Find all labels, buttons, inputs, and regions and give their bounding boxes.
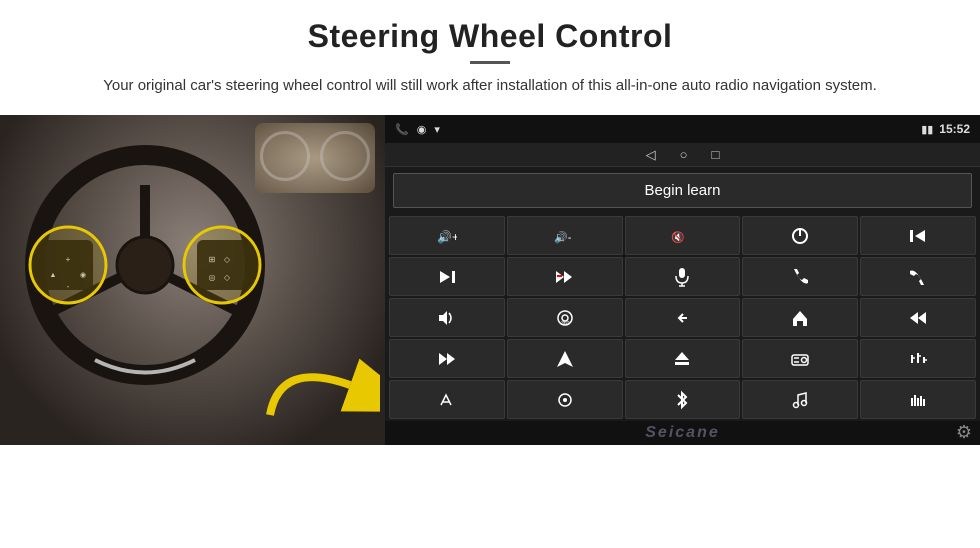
steering-wheel-svg: + ▲ ◉ - ⊞ ◇ ◎ ◇ bbox=[15, 135, 275, 395]
status-time: 15:52 bbox=[939, 122, 970, 136]
nav-bar: ◁ ○ □ bbox=[385, 143, 980, 167]
content-row: + ▲ ◉ - ⊞ ◇ ◎ ◇ bbox=[0, 115, 980, 548]
statusbar-left: 📞 ◉ ▾ bbox=[395, 123, 440, 136]
svg-text:🔊+: 🔊+ bbox=[437, 229, 457, 244]
mic-button[interactable] bbox=[625, 257, 741, 296]
fast-forward-button[interactable] bbox=[389, 339, 505, 378]
statusbar-right: ▮▮ 15:52 bbox=[921, 122, 970, 136]
learn-button[interactable] bbox=[389, 380, 505, 419]
watermark-text: Seicane bbox=[645, 424, 719, 442]
title-divider bbox=[470, 61, 510, 64]
recents-nav-icon[interactable]: □ bbox=[712, 147, 720, 162]
phone-button[interactable] bbox=[742, 257, 858, 296]
begin-learn-row: Begin learn bbox=[385, 167, 980, 214]
music-button[interactable] bbox=[742, 380, 858, 419]
rewind-button[interactable] bbox=[860, 298, 976, 337]
hangup-button[interactable] bbox=[860, 257, 976, 296]
eq2-button[interactable] bbox=[860, 380, 976, 419]
radio-button[interactable] bbox=[742, 339, 858, 378]
camera-360-button[interactable]: 360° bbox=[507, 298, 623, 337]
page-title: Steering Wheel Control bbox=[60, 18, 920, 55]
header-section: Steering Wheel Control Your original car… bbox=[0, 0, 980, 105]
vol-up-button[interactable]: 🔊+ bbox=[389, 216, 505, 255]
arrow-svg bbox=[260, 350, 380, 430]
vol-down-button[interactable]: 🔊- bbox=[507, 216, 623, 255]
android-panel: 📞 ◉ ▾ ▮▮ 15:52 ◁ ○ □ Begin learn bbox=[385, 115, 980, 445]
eject-button[interactable] bbox=[625, 339, 741, 378]
statusbar: 📞 ◉ ▾ ▮▮ 15:52 bbox=[385, 115, 980, 143]
home-nav-icon[interactable]: ○ bbox=[680, 147, 688, 162]
svg-text:🔇: 🔇 bbox=[671, 231, 685, 244]
page-wrapper: Steering Wheel Control Your original car… bbox=[0, 0, 980, 548]
back-nav-icon[interactable]: ◁ bbox=[646, 147, 656, 163]
svg-text:🔊-: 🔊- bbox=[554, 230, 572, 244]
mute-button[interactable]: 🔇 bbox=[625, 216, 741, 255]
speaker-button[interactable] bbox=[389, 298, 505, 337]
power-button[interactable] bbox=[742, 216, 858, 255]
settings-gear-icon[interactable]: ⚙ bbox=[956, 422, 972, 443]
prev-track-button[interactable] bbox=[860, 216, 976, 255]
settings2-button[interactable] bbox=[507, 380, 623, 419]
begin-learn-button[interactable]: Begin learn bbox=[393, 173, 972, 208]
svg-text:360°: 360° bbox=[561, 321, 571, 327]
navigate-button[interactable] bbox=[507, 339, 623, 378]
wifi-icon: ▾ bbox=[434, 123, 440, 136]
controls-grid: 🔊+ 🔊- 🔇 bbox=[385, 214, 980, 421]
back-button[interactable] bbox=[625, 298, 741, 337]
subtitle: Your original car's steering wheel contr… bbox=[80, 74, 900, 97]
watermark-bar: Seicane ⚙ bbox=[385, 421, 980, 445]
home-button[interactable] bbox=[742, 298, 858, 337]
next-button[interactable] bbox=[389, 257, 505, 296]
signal-icon: ▮▮ bbox=[921, 123, 933, 136]
location-icon: ◉ bbox=[417, 123, 427, 136]
gauge-right bbox=[320, 131, 370, 181]
eq-button[interactable] bbox=[860, 339, 976, 378]
next-chapter-button[interactable] bbox=[507, 257, 623, 296]
bluetooth-button[interactable] bbox=[625, 380, 741, 419]
phone-icon: 📞 bbox=[395, 123, 409, 136]
steering-wheel-photo: + ▲ ◉ - ⊞ ◇ ◎ ◇ bbox=[0, 115, 385, 445]
